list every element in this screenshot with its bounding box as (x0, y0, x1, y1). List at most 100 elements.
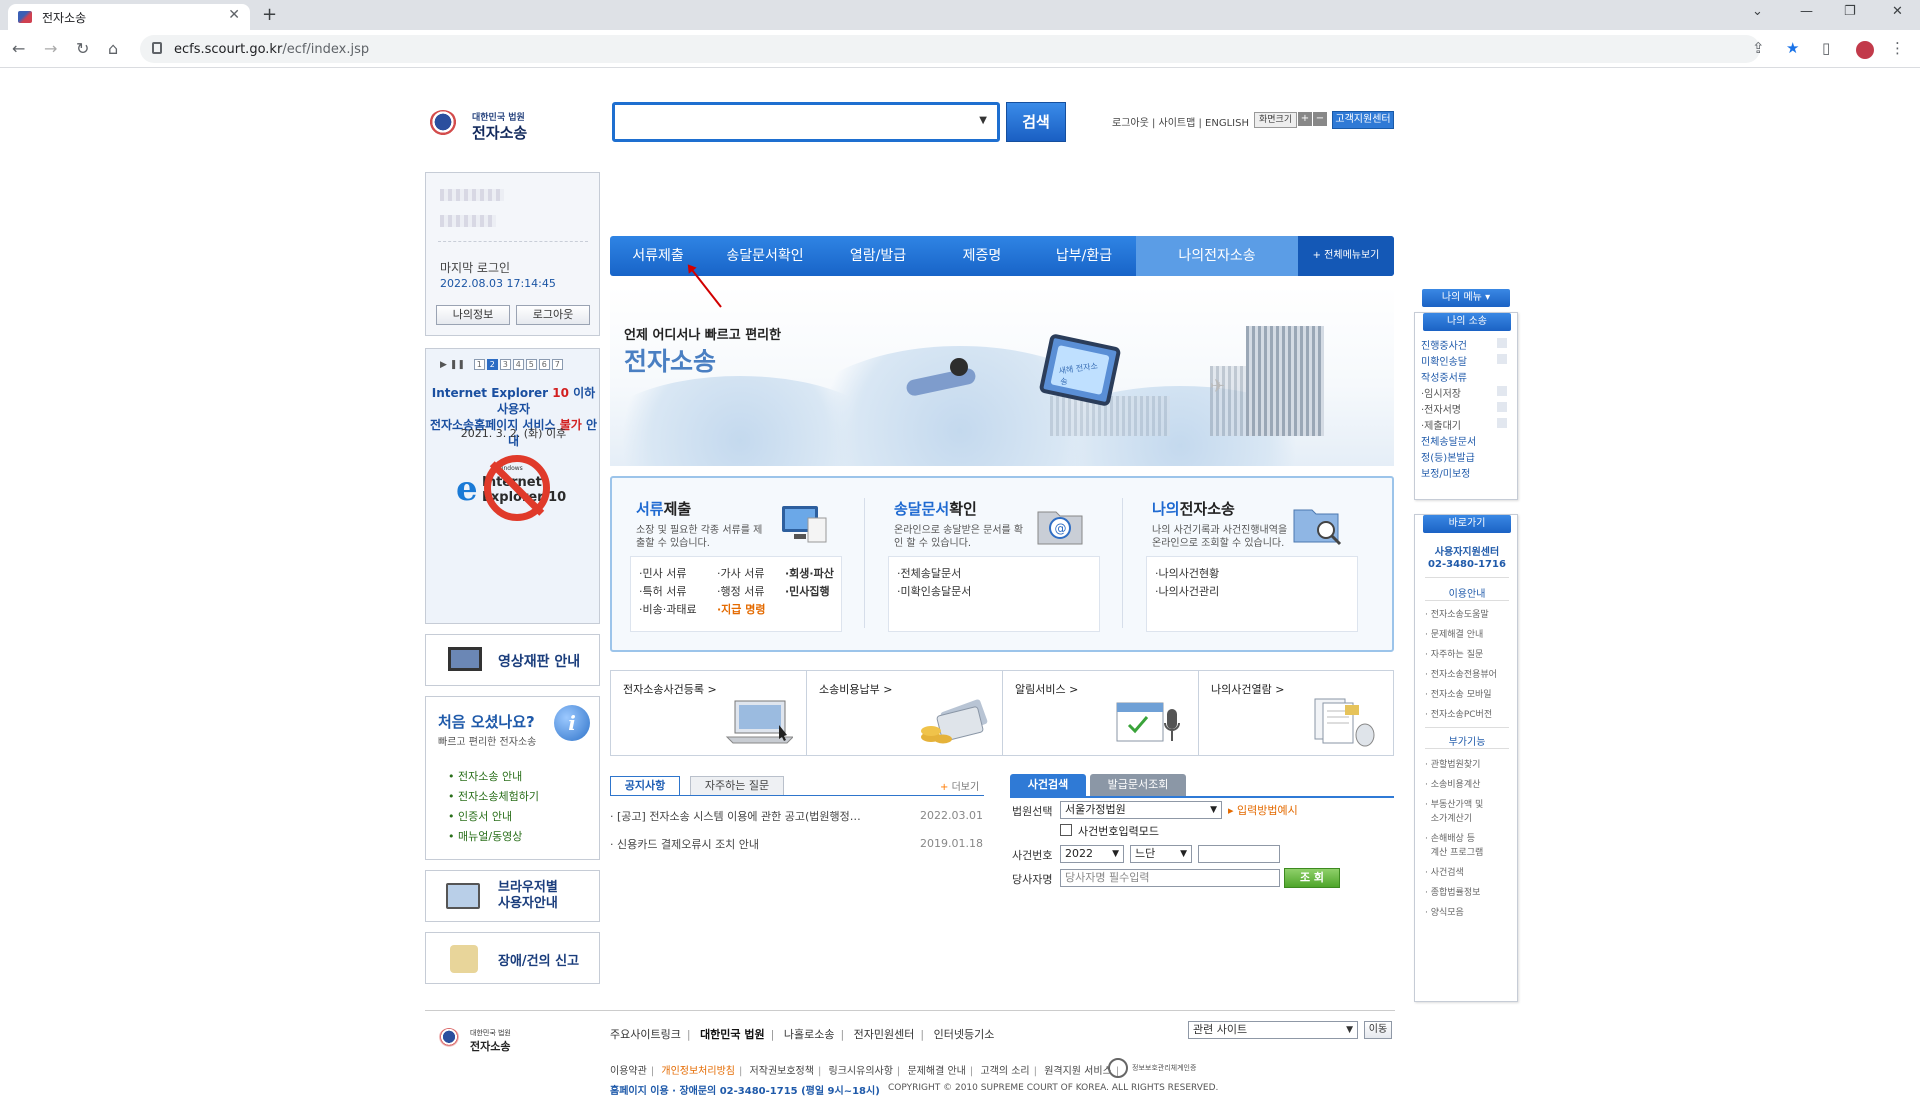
tab-close-icon[interactable]: ✕ (228, 7, 240, 23)
search-input[interactable]: ▼ (612, 102, 1000, 142)
link-all-delivered[interactable]: ·전체송달문서 (897, 565, 961, 581)
rs-realestate-calc[interactable]: · 부동산가액 및 (1425, 797, 1483, 810)
link-link-notice[interactable]: 링크시유의사항 (829, 1066, 893, 1077)
my-menu-button[interactable]: 나의 메뉴 ▾ (1422, 289, 1510, 307)
link-terms[interactable]: 이용약관 (610, 1066, 647, 1077)
service-title[interactable]: 나의전자소송 (1152, 498, 1235, 519)
notice-more-link[interactable]: + 더보기 (940, 778, 979, 793)
url-field[interactable]: ecfs.scourt.go.kr/ecf/index.jsp (140, 35, 1760, 63)
menu-kebab-icon[interactable]: ⋮ (1890, 39, 1905, 57)
link-family-docs[interactable]: ·가사 서류 (717, 565, 764, 581)
notice-item[interactable]: · [공고] 전자소송 시스템 이용에 관한 공고(법원행정… (610, 808, 861, 824)
footer-link-registry[interactable]: 인터넷등기소 (934, 1028, 995, 1041)
tile-my-case-view[interactable]: 나의사건열람 > (1199, 671, 1395, 755)
related-sites-go-button[interactable]: 이동 (1364, 1021, 1392, 1039)
rs-damages-calc-2[interactable]: 계산 프로그램 (1425, 845, 1484, 858)
rs-unconfirmed[interactable]: 미확인송달 (1421, 353, 1467, 368)
banner-page[interactable]: 1 (473, 359, 485, 370)
customer-support-button[interactable]: 고객지원센터 (1332, 111, 1394, 129)
play-icon[interactable]: ▶ (440, 360, 447, 370)
link-civil-exec[interactable]: ·민사집행 (785, 583, 830, 599)
case-year-select[interactable]: 2022 ▼ (1060, 845, 1124, 863)
link-cert-guide[interactable]: 인증서 안내 (448, 807, 539, 827)
link-patent-docs[interactable]: ·특허 서류 (639, 583, 686, 599)
case-search-button[interactable]: 조 회 (1284, 868, 1340, 888)
banner-page[interactable]: 4 (512, 359, 524, 370)
link-noncontentious[interactable]: ·비송·과태료 (639, 601, 697, 617)
rs-correction[interactable]: 보정/미보정 (1421, 465, 1470, 480)
rs-viewer[interactable]: · 전자소송전용뷰어 (1425, 667, 1497, 680)
nav-certificates[interactable]: 제증명 (932, 236, 1032, 276)
tab-notice[interactable]: 공지사항 (610, 776, 680, 796)
new-tab-button[interactable]: + (262, 4, 277, 25)
rs-drafting[interactable]: 작성중서류 (1421, 369, 1467, 384)
rs-forms[interactable]: · 양식모음 (1425, 905, 1464, 918)
side-panel-icon[interactable]: ▯ (1822, 39, 1830, 57)
banner-page[interactable]: 3 (499, 359, 511, 370)
link-unconfirmed-delivered[interactable]: ·미확인송달문서 (897, 583, 971, 599)
notice-item[interactable]: · 신용카드 결제오류시 조치 안내 (610, 836, 759, 852)
link-my-case-manage[interactable]: ·나의사건관리 (1155, 583, 1219, 599)
tab-faq[interactable]: 자주하는 질문 (690, 776, 784, 796)
pause-icon[interactable]: ❚❚ (450, 360, 465, 370)
rs-troubleshoot[interactable]: · 문제해결 안내 (1425, 627, 1483, 640)
bookmark-star-icon[interactable]: ★ (1786, 39, 1799, 57)
link-payment-order[interactable]: ·지급 명령 (717, 601, 766, 617)
back-icon[interactable]: ← (12, 39, 25, 58)
link-manual-video[interactable]: 매뉴얼/동영상 (448, 827, 539, 847)
rs-e-sign[interactable]: ·전자서명 (1421, 401, 1461, 416)
rs-temp-save[interactable]: ·임시저장 (1421, 385, 1461, 400)
nav-service-check[interactable]: 송달문서확인 (706, 236, 824, 276)
related-sites-select[interactable]: 관련 사이트 ▼ (1188, 1021, 1358, 1039)
link-ecfs-trial[interactable]: 전자소송체험하기 (448, 787, 539, 807)
logout-button[interactable]: 로그아웃 (516, 305, 590, 325)
rs-pc-version[interactable]: · 전자소송PC버전 (1425, 707, 1492, 720)
case-type-select[interactable]: 느단 ▼ (1130, 845, 1192, 863)
link-privacy[interactable]: 개인정보처리방침 (661, 1066, 735, 1077)
court-select[interactable]: 서울가정법원 ▼ (1060, 801, 1222, 819)
video-trial-link[interactable]: 영상재판 안내 (425, 634, 600, 686)
ie-notice-banner[interactable]: ▶ ❚❚ 1234567 Internet Explorer 10 이하 사용자… (425, 348, 600, 624)
error-report-link[interactable]: 장애/건의 신고 (425, 932, 600, 984)
rs-submit-wait[interactable]: ·제출대기 (1421, 417, 1461, 432)
nav-all-menu-button[interactable]: + 전체메뉴보기 (1298, 236, 1394, 276)
rs-damages-calc[interactable]: · 손해배상 등 (1425, 831, 1475, 844)
footer-link-self-litigation[interactable]: 나홀로소송 (784, 1028, 835, 1041)
nav-view-issue[interactable]: 열람/발급 (824, 236, 932, 276)
rs-case-search[interactable]: · 사건검색 (1425, 865, 1464, 878)
rs-realestate-calc-2[interactable]: 소가계산기 (1425, 811, 1472, 824)
my-info-button[interactable]: 나의정보 (436, 305, 510, 325)
link-remote-support[interactable]: 원격지원 서비스 (1044, 1066, 1112, 1077)
banner-page[interactable]: 7 (551, 359, 563, 370)
link-my-case-status[interactable]: ·나의사건현황 (1155, 565, 1219, 581)
link-troubleshoot[interactable]: 문제해결 안내 (907, 1066, 965, 1077)
profile-avatar[interactable] (1856, 41, 1874, 59)
link-rehab-bankrupt[interactable]: ·회생·파산 (785, 565, 834, 581)
close-window-icon[interactable]: ✕ (1892, 4, 1903, 19)
service-title[interactable]: 서류제출 (636, 498, 691, 519)
link-civil-docs[interactable]: ·민사 서류 (639, 565, 686, 581)
tile-cost-payment[interactable]: 소송비용납부 > (807, 671, 1003, 755)
case-number-input[interactable] (1198, 845, 1280, 863)
tile-notification-service[interactable]: 알림서비스 > (1003, 671, 1199, 755)
top-links[interactable]: 로그아웃 | 사이트맵 | ENGLISH (1112, 114, 1249, 129)
tab-case-search[interactable]: 사건검색 (1010, 774, 1086, 796)
input-example-link[interactable]: ▸ 입력방법예시 (1228, 802, 1298, 818)
link-copyright[interactable]: 저작권보호정책 (750, 1066, 814, 1077)
reload-icon[interactable]: ↻ (76, 39, 89, 58)
nav-payment-refund[interactable]: 납부/환급 (1032, 236, 1136, 276)
rs-help[interactable]: · 전자소송도움말 (1425, 607, 1489, 620)
font-minus-button[interactable]: − (1313, 112, 1327, 126)
search-dropdown-icon[interactable]: ▼ (979, 115, 987, 126)
banner-page[interactable]: 2 (486, 359, 498, 370)
home-icon[interactable]: ⌂ (108, 39, 118, 58)
link-admin-docs[interactable]: ·행정 서류 (717, 583, 764, 599)
link-customer-voice[interactable]: 고객의 소리 (980, 1066, 1029, 1077)
footer-link-e-civil[interactable]: 전자민원센터 (854, 1028, 915, 1041)
banner-page[interactable]: 5 (525, 359, 537, 370)
search-button[interactable]: 검색 (1006, 102, 1066, 142)
rs-faq[interactable]: · 자주하는 질문 (1425, 647, 1483, 660)
share-icon[interactable]: ⇪ (1752, 39, 1765, 57)
rs-in-progress[interactable]: 진행중사건 (1421, 337, 1467, 352)
rs-legal-info[interactable]: · 종합법률정보 (1425, 885, 1480, 898)
